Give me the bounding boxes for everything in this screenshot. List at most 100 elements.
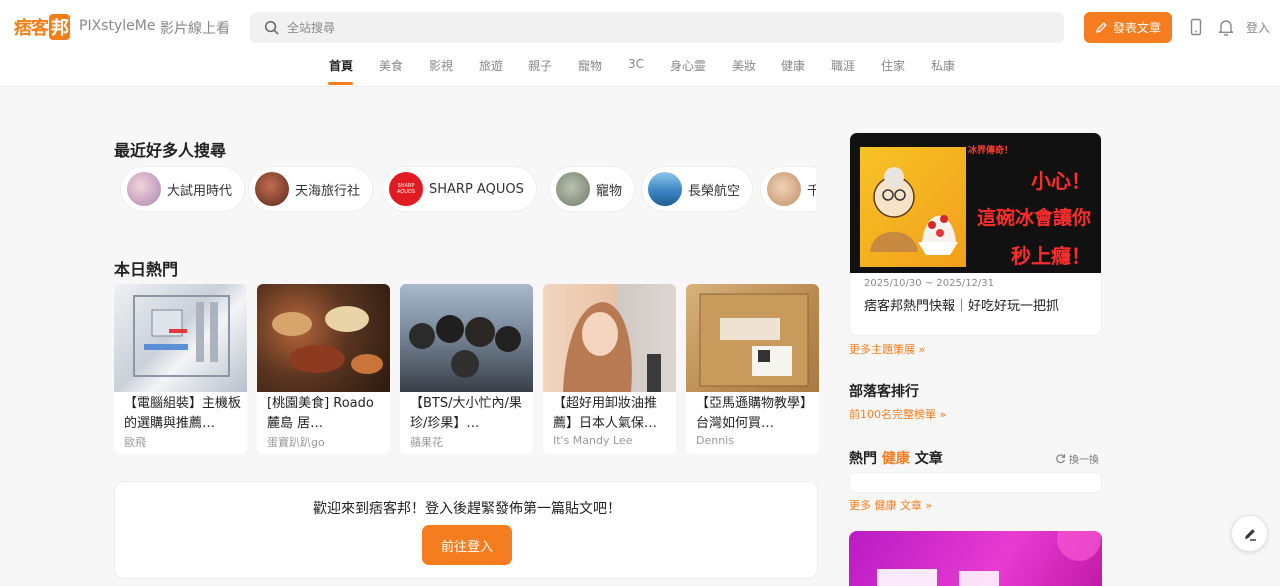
trending-title: 最近好多人搜尋 bbox=[114, 141, 227, 160]
more-category: 健康 bbox=[874, 499, 897, 512]
hot-articles-suffix: 文章 bbox=[914, 451, 943, 467]
video-link[interactable]: 影片線上看 bbox=[160, 18, 230, 38]
post-article-button[interactable]: 發表文章 bbox=[1084, 12, 1172, 43]
banner-date: 2025/10/30 ~ 2025/12/31 bbox=[864, 278, 995, 289]
article-title: [桃園美食] Roado 麓島 居… bbox=[267, 396, 374, 431]
refresh-icon bbox=[1056, 454, 1066, 464]
hot-article-card[interactable]: 【電腦組裝】主機板的選購與推薦… 歐飛 bbox=[114, 284, 247, 454]
article-title: 【亞馬遜購物教學】台灣如何買… bbox=[696, 396, 814, 431]
refresh-button[interactable]: 換一換 bbox=[1055, 451, 1099, 466]
site-logo[interactable]: 痞客邦 bbox=[14, 14, 70, 40]
tab-food[interactable]: 美食 bbox=[379, 57, 403, 74]
promo-decoration bbox=[877, 531, 1101, 586]
banner-line-1: 小心！ bbox=[1031, 169, 1091, 193]
trending-chip-row: 大試用時代 天海旅行社 SHARP AQUOS SHARP AQUOS 寵物 長榮… bbox=[114, 160, 816, 220]
article-author[interactable]: 歐飛 bbox=[124, 434, 146, 450]
tab-mind-body[interactable]: 身心靈 bbox=[670, 57, 706, 74]
tab-beauty[interactable]: 美妝 bbox=[732, 57, 756, 74]
package-illustration bbox=[699, 293, 809, 387]
banner-image: 冰界傳奇！ 小心！ 這碗冰會讓你 秒上癮！ bbox=[850, 133, 1101, 273]
featured-banner[interactable]: 冰界傳奇！ 小心！ 這碗冰會讓你 秒上癮！ 2025/10/30 ~ 2025/… bbox=[849, 132, 1102, 336]
more-health-articles-link[interactable]: 更多 健康 文章 » bbox=[849, 497, 932, 513]
hot-article-card[interactable]: 【亞馬遜購物教學】台灣如何買… Dennis bbox=[686, 284, 819, 454]
more-prefix: 更多 bbox=[849, 499, 871, 512]
group-photo-illustration bbox=[409, 315, 521, 378]
chip-avatar bbox=[255, 172, 289, 206]
double-chevron-right-icon: » bbox=[939, 408, 947, 421]
more-topics-label: 更多主題策展 bbox=[849, 343, 915, 356]
chip-label: 長榮航空 bbox=[688, 183, 741, 199]
trending-chip[interactable]: 天海旅行社 bbox=[248, 166, 374, 212]
chip-label: 大試用時代 bbox=[167, 183, 233, 199]
tab-career[interactable]: 職涯 bbox=[831, 57, 855, 74]
article-author[interactable]: Dennis bbox=[696, 434, 734, 447]
article-author[interactable]: 蘋果花 bbox=[410, 434, 443, 450]
trending-chip[interactable]: 寵物 bbox=[549, 166, 636, 212]
tab-parenting[interactable]: 親子 bbox=[528, 57, 552, 74]
edit-icon bbox=[1244, 528, 1256, 541]
hot-articles-list bbox=[849, 472, 1102, 493]
bell-icon[interactable] bbox=[1217, 18, 1235, 36]
mobile-icon[interactable] bbox=[1187, 18, 1205, 36]
chip-avatar bbox=[767, 172, 801, 206]
tab-health[interactable]: 健康 bbox=[781, 57, 805, 74]
article-author[interactable]: 蛋寶趴趴go bbox=[267, 434, 325, 450]
grandma-shaved-ice-illustration bbox=[870, 167, 958, 255]
hot-article-card[interactable]: 【超好用卸妝油推薦】日本人氣保… It's Mandy Lee bbox=[543, 284, 676, 454]
article-thumbnail bbox=[543, 284, 676, 392]
chip-avatar bbox=[556, 172, 590, 206]
hot-articles-category: 健康 bbox=[881, 451, 910, 467]
chip-avatar bbox=[648, 172, 682, 206]
motherboard-illustration bbox=[133, 295, 230, 377]
article-author[interactable]: It's Mandy Lee bbox=[553, 434, 632, 447]
chip-label: 千 bbox=[807, 180, 816, 199]
more-topics-link[interactable]: 更多主題策展 » bbox=[849, 341, 925, 357]
search-input[interactable] bbox=[287, 12, 1047, 43]
tab-private[interactable]: 私康 bbox=[931, 57, 955, 74]
pixstyleme-link[interactable]: PIXstyleMe bbox=[79, 18, 155, 34]
portrait-illustration bbox=[563, 302, 661, 392]
tab-pets[interactable]: 寵物 bbox=[578, 57, 602, 74]
floating-write-button[interactable] bbox=[1231, 515, 1268, 552]
trending-chip[interactable]: 千 bbox=[760, 166, 816, 212]
article-title: 【超好用卸妝油推薦】日本人氣保… bbox=[553, 396, 658, 431]
tab-home[interactable]: 首頁 bbox=[329, 57, 353, 74]
post-article-label: 發表文章 bbox=[1112, 21, 1161, 35]
go-login-button[interactable]: 前往登入 bbox=[422, 525, 512, 565]
double-chevron-right-icon: » bbox=[925, 499, 933, 512]
more-suffix: 文章 bbox=[900, 499, 922, 512]
logo-box-text: 邦 bbox=[49, 14, 70, 40]
trending-chip[interactable]: SHARP AQUOS SHARP AQUOS bbox=[382, 166, 537, 212]
pencil-icon bbox=[1096, 22, 1107, 33]
hot-article-card[interactable]: [桃園美食] Roado 麓島 居… 蛋寶趴趴go bbox=[257, 284, 390, 454]
tab-home-living[interactable]: 住家 bbox=[881, 57, 905, 74]
promo-banner[interactable] bbox=[849, 531, 1102, 586]
ranking-full-list-link[interactable]: 前100名完整榜單 » bbox=[849, 406, 946, 422]
trending-chip[interactable]: 長榮航空 bbox=[641, 166, 754, 212]
site-header: 痞客邦 PIXstyleMe 影片線上看 發表文章 登入 首頁 美食 影視 旅遊… bbox=[0, 0, 1280, 87]
article-title: 【BTS/大小忙內/果珍/珍果】… bbox=[410, 396, 522, 431]
trending-chip[interactable]: 大試用時代 bbox=[120, 166, 246, 212]
login-link[interactable]: 登入 bbox=[1246, 19, 1270, 36]
tab-travel[interactable]: 旅遊 bbox=[479, 57, 503, 74]
logo-text: 痞客 bbox=[14, 18, 49, 39]
chip-label: 寵物 bbox=[596, 183, 623, 199]
article-thumbnail bbox=[686, 284, 819, 392]
hot-article-card[interactable]: 【BTS/大小忙內/果珍/珍果】… 蘋果花 bbox=[400, 284, 533, 454]
hot-articles-prefix: 熱門 bbox=[849, 451, 877, 467]
banner-illustration bbox=[860, 147, 966, 267]
chip-label: SHARP AQUOS bbox=[429, 181, 524, 197]
tab-film[interactable]: 影視 bbox=[429, 57, 453, 74]
welcome-message: 歡迎來到痞客邦！登入後趕緊發佈第一篇貼文吧！ bbox=[313, 501, 621, 517]
ranking-link-label: 前100名完整榜單 bbox=[849, 408, 936, 421]
refresh-label: 換一換 bbox=[1069, 455, 1099, 466]
category-tabs: 首頁 美食 影視 旅遊 親子 寵物 3C 身心靈 美妝 健康 職涯 住家 私康 bbox=[0, 56, 1280, 86]
search-bar[interactable] bbox=[250, 12, 1064, 43]
tab-3c[interactable]: 3C bbox=[628, 57, 644, 71]
article-thumbnail bbox=[114, 284, 247, 392]
banner-line-3: 秒上癮！ bbox=[1011, 244, 1091, 268]
chip-label: 天海旅行社 bbox=[295, 183, 361, 199]
search-icon bbox=[264, 20, 279, 35]
article-thumbnail bbox=[257, 284, 390, 392]
banner-title: 痞客邦熱門快報｜好吃好玩一把抓 bbox=[864, 299, 1060, 314]
